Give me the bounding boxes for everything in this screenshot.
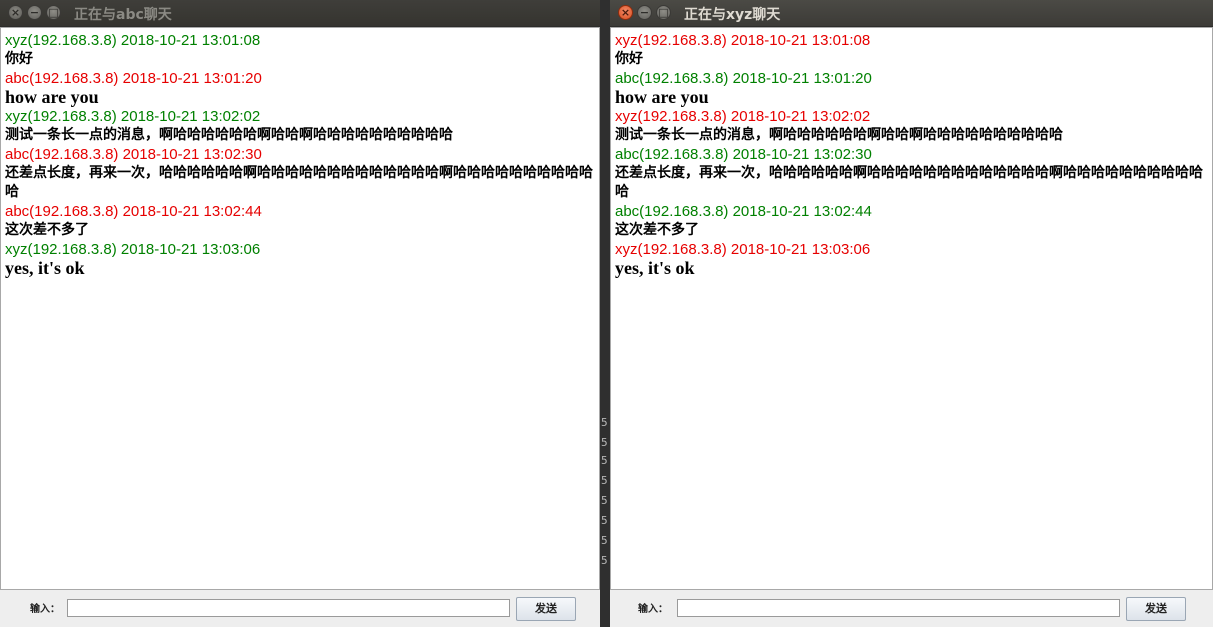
- message-header: abc(192.168.3.8) 2018-10-21 13:01:20: [615, 70, 872, 87]
- message-body: how are you: [5, 87, 99, 107]
- maximize-icon[interactable]: □: [656, 5, 671, 20]
- window-title: 正在与abc聊天: [74, 7, 172, 23]
- message-body: 测试一条长一点的消息，啊哈哈哈哈哈哈啊哈哈啊哈哈哈哈哈哈哈哈哈哈: [615, 127, 1063, 143]
- message-body: 你好: [5, 51, 33, 67]
- minimize-icon[interactable]: −: [637, 5, 652, 20]
- close-icon[interactable]: ×: [618, 5, 633, 20]
- send-button[interactable]: 发送: [516, 597, 576, 621]
- message-header: xyz(192.168.3.8) 2018-10-21 13:03:06: [5, 241, 261, 258]
- message-body: yes, it's ok: [615, 258, 695, 278]
- message-body: 这次差不多了: [5, 222, 89, 238]
- message-header: abc(192.168.3.8) 2018-10-21 13:02:30: [615, 146, 872, 163]
- message-header: xyz(192.168.3.8) 2018-10-21 13:02:02: [615, 108, 871, 125]
- maximize-icon[interactable]: □: [46, 5, 61, 20]
- message-body: 还差点长度，再来一次，哈哈哈哈哈哈啊哈哈哈哈哈哈哈哈哈哈哈哈哈啊哈哈哈哈哈哈哈哈…: [5, 165, 593, 200]
- message-header: abc(192.168.3.8) 2018-10-21 13:02:44: [615, 203, 872, 220]
- message-header: abc(192.168.3.8) 2018-10-21 13:01:20: [5, 70, 262, 87]
- message-body: 这次差不多了: [615, 222, 699, 238]
- chat-window-abc: × − □ 正在与abc聊天 xyz(192.168.3.8) 2018-10-…: [0, 0, 600, 627]
- message-header: abc(192.168.3.8) 2018-10-21 13:02:44: [5, 203, 262, 220]
- chat-history[interactable]: xyz(192.168.3.8) 2018-10-21 13:01:08 你好 ab…: [0, 27, 600, 590]
- chat-window-xyz: × − □ 正在与xyz聊天 xyz(192.168.3.8) 2018-10-…: [610, 0, 1213, 627]
- send-button[interactable]: 发送: [1126, 597, 1186, 621]
- close-icon[interactable]: ×: [8, 5, 23, 20]
- message-header: xyz(192.168.3.8) 2018-10-21 13:02:02: [5, 108, 261, 125]
- message-body: 还差点长度，再来一次，哈哈哈哈哈哈啊哈哈哈哈哈哈哈哈哈哈哈哈哈啊哈哈哈哈哈哈哈哈…: [615, 165, 1203, 200]
- input-label: 输入：: [638, 604, 668, 615]
- message-header: xyz(192.168.3.8) 2018-10-21 13:01:08: [5, 32, 261, 49]
- chat-history[interactable]: xyz(192.168.3.8) 2018-10-21 13:01:08 你好 ab…: [610, 27, 1213, 590]
- message-header: xyz(192.168.3.8) 2018-10-21 13:03:06: [615, 241, 871, 258]
- input-label: 输入：: [30, 604, 60, 615]
- message-header: xyz(192.168.3.8) 2018-10-21 13:01:08: [615, 32, 871, 49]
- titlebar: × − □ 正在与abc聊天: [0, 0, 600, 27]
- message-header: abc(192.168.3.8) 2018-10-21 13:02:30: [5, 146, 262, 163]
- message-body: yes, it's ok: [5, 258, 85, 278]
- minimize-icon[interactable]: −: [27, 5, 42, 20]
- message-body: how are you: [615, 87, 709, 107]
- message-input[interactable]: [677, 599, 1120, 617]
- message-input[interactable]: [67, 599, 510, 617]
- input-bar: 输入： 发送: [0, 590, 600, 627]
- input-bar: 输入： 发送: [610, 590, 1213, 627]
- message-body: 你好: [615, 51, 643, 67]
- titlebar: × − □ 正在与xyz聊天: [610, 0, 1213, 27]
- window-title: 正在与xyz聊天: [684, 7, 781, 23]
- message-body: 测试一条长一点的消息，啊哈哈哈哈哈哈啊哈哈啊哈哈哈哈哈哈哈哈哈哈: [5, 127, 453, 143]
